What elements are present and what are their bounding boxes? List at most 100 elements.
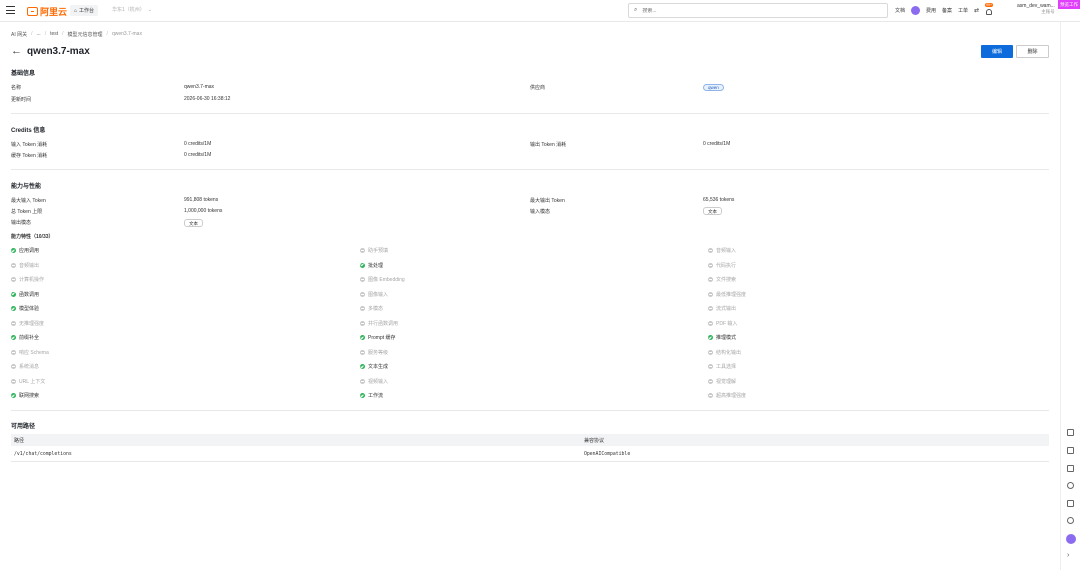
top-bar: 阿里云 ⌂ 工作台 华东1（杭州） ⌄ ⌕ 文档 费用 备案 工单 ⇄ 99+ …	[0, 0, 1080, 22]
feature-item: 推理模式	[708, 334, 736, 341]
menu-icon[interactable]	[6, 6, 15, 14]
total-token-value: 1,000,000 tokens	[184, 208, 223, 214]
feature-item: 图像输入	[360, 291, 388, 298]
edit-icon[interactable]	[1067, 500, 1074, 507]
input-cost-value: 0 credits/1M	[184, 141, 212, 147]
ai-assistant-icon[interactable]	[911, 6, 921, 15]
feature-item: 图像 Embedding	[360, 276, 405, 283]
minus-circle-icon	[11, 364, 16, 369]
check-circle-icon	[360, 335, 365, 340]
feature-item: 最低推理强度	[708, 291, 746, 298]
feature-item: 联网搜索	[11, 392, 39, 399]
input-modality-tag: 文本	[703, 207, 722, 215]
notification-icon[interactable]: 99+	[985, 2, 994, 15]
feature-label: 多模态	[368, 306, 384, 312]
input-cost-label: 输入 Token 消耗	[11, 142, 48, 148]
ai-assistant-rail-icon[interactable]	[1066, 534, 1076, 544]
breadcrumb-current: qwen3.7-max	[111, 31, 142, 37]
section-credits-title: Credits 信息	[11, 128, 46, 134]
top-nav: 文档 费用 备案 工单 ⇄ 99+	[895, 2, 994, 15]
nav-filing[interactable]: 备案	[942, 7, 952, 14]
aliyun-logo-icon	[27, 7, 38, 16]
max-output-value: 65,536 tokens	[703, 197, 735, 203]
feature-label: 系统消息	[19, 364, 40, 370]
region-label: 华东1（杭州）	[112, 7, 145, 13]
edit-button[interactable]: 编辑	[981, 45, 1013, 58]
message-icon[interactable]	[1067, 465, 1074, 472]
cache-cost-value: 0 credits/1M	[184, 152, 212, 158]
feature-label: 代码执行	[716, 262, 737, 269]
feature-label: 计算机操作	[19, 277, 45, 283]
feature-label: 函数调用	[19, 291, 40, 298]
minus-circle-icon	[708, 320, 713, 326]
feature-item: 文本生成	[360, 363, 388, 370]
feature-item: 工具选择	[708, 363, 736, 370]
translate-icon[interactable]: ⇄	[974, 7, 979, 14]
output-cost-value: 0 credits/1M	[703, 141, 731, 147]
back-arrow-icon[interactable]: ←	[11, 46, 22, 57]
feature-label: URL 上下文	[19, 378, 46, 385]
page-title: qwen3.7-max	[27, 46, 90, 57]
section-capability-title: 能力与性能	[11, 184, 42, 190]
feature-item: PDF 输入	[708, 320, 737, 327]
search-box[interactable]: ⌕	[628, 3, 888, 18]
search-input[interactable]	[642, 7, 843, 14]
feature-item: 助手预填	[360, 247, 388, 254]
feature-label: 文本生成	[368, 364, 389, 370]
corner-badge[interactable]: 预览工作	[1058, 0, 1080, 9]
check-circle-icon	[11, 291, 16, 297]
nav-docs[interactable]: 文档	[895, 7, 905, 14]
feature-item: 视觉理解	[708, 378, 736, 385]
breadcrumb-model-meta[interactable]: 模型元信息管理	[68, 31, 103, 38]
feature-label: 视觉理解	[716, 378, 737, 385]
title-row: ← qwen3.7-max	[11, 46, 90, 58]
feature-label: 无推理强度	[19, 320, 45, 327]
divider	[11, 410, 1049, 411]
feature-label: 图像 Embedding	[368, 277, 405, 283]
minus-circle-icon	[708, 262, 713, 268]
minus-circle-icon	[11, 349, 16, 355]
logo[interactable]: 阿里云	[27, 5, 67, 18]
nav-billing[interactable]: 费用	[926, 7, 936, 14]
headset-icon[interactable]	[1067, 517, 1074, 524]
cache-cost-label: 缓存 Token 消耗	[11, 153, 48, 159]
route-protocol: OpenAICompatible	[584, 452, 631, 457]
feature-item: 应用调用	[11, 247, 39, 254]
list-icon[interactable]	[1067, 429, 1074, 436]
breadcrumb-test[interactable]: test	[50, 31, 58, 38]
name-value: qwen3.7-max	[184, 84, 215, 90]
routes-table-header: 路径 兼容协议	[11, 434, 1049, 446]
divider	[11, 113, 1049, 114]
minus-circle-icon	[360, 291, 365, 297]
document-icon[interactable]	[1067, 447, 1074, 454]
feature-item: 音频输入	[708, 247, 736, 254]
home-icon: ⌂	[74, 7, 78, 14]
check-circle-icon	[360, 262, 365, 268]
delete-button[interactable]: 删除	[1016, 45, 1049, 58]
user-menu[interactable]: asm_dev_wam... 主账号	[1017, 3, 1055, 15]
chevron-right-icon[interactable]: ›	[1067, 552, 1074, 559]
feature-item: Prompt 缓存	[360, 334, 396, 341]
output-cost-label: 输出 Token 消耗	[530, 142, 567, 148]
feature-item: 超高推理强度	[708, 392, 746, 399]
minus-circle-icon	[11, 378, 16, 384]
feature-label: 助手预填	[368, 248, 389, 254]
breadcrumb-ai-gateway[interactable]: AI 网关	[11, 31, 27, 38]
feature-item: 代码执行	[708, 262, 736, 269]
feature-item: 前缀补全	[11, 334, 39, 341]
region-selector[interactable]: 华东1（杭州） ⌄	[112, 6, 152, 14]
settings-icon[interactable]	[1067, 482, 1074, 489]
workbench-button[interactable]: ⌂ 工作台	[70, 5, 99, 16]
feature-label: 结构化输出	[716, 349, 742, 356]
minus-circle-icon	[708, 349, 713, 355]
breadcrumb-ellipsis[interactable]: ...	[37, 31, 41, 38]
notification-count: 99+	[985, 2, 994, 7]
nav-ticket[interactable]: 工单	[958, 7, 968, 14]
feature-item: 流式输出	[708, 305, 736, 312]
minus-circle-icon	[708, 277, 713, 282]
total-token-label: 总 Token 上限	[11, 209, 43, 215]
output-modality-tag: 文本	[184, 219, 203, 227]
minus-circle-icon	[360, 378, 365, 384]
feature-label: 图像输入	[368, 291, 389, 298]
features-label: 能力特性（10/33）	[11, 234, 54, 240]
